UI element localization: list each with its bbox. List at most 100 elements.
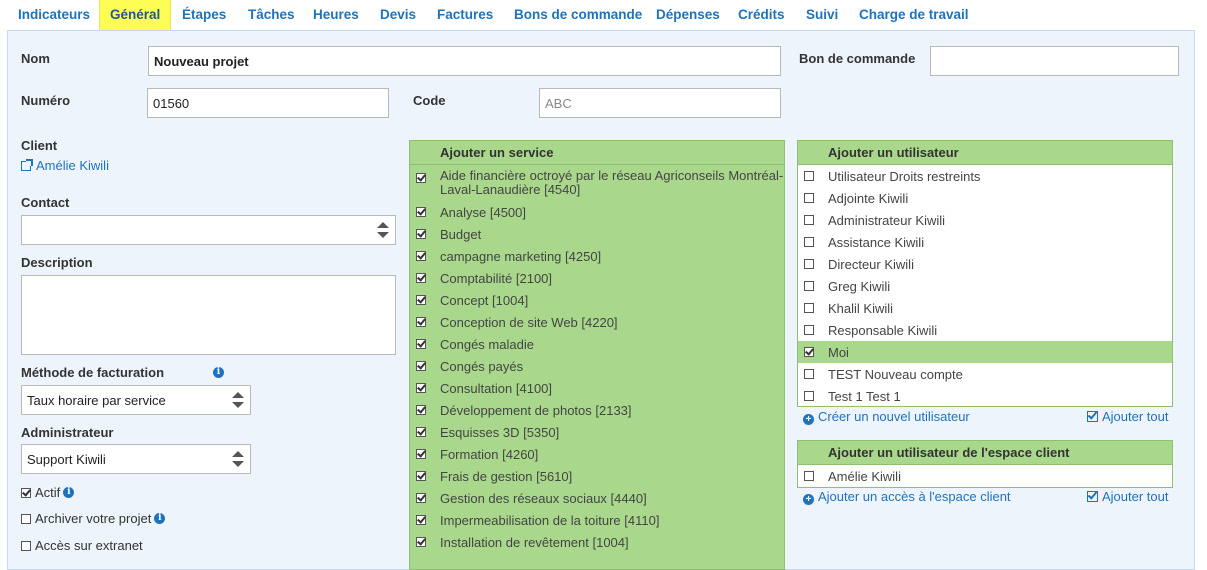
tab-bons-de-commande[interactable]: Bons de commande [514,0,642,30]
checkbox-checked-icon[interactable] [804,347,814,357]
list-item[interactable]: Responsable Kiwili [798,319,1172,341]
tab-etapes[interactable]: Étapes [182,0,226,30]
list-item[interactable]: TEST Nouveau compte [798,363,1172,385]
checkbox-checked-icon[interactable] [416,515,426,525]
checkbox-checked-icon[interactable] [416,207,426,217]
checkbox-icon[interactable] [804,237,814,247]
list-item-label: Aide financière octroyé par le réseau Ag… [440,168,784,197]
list-item[interactable]: Comptabilité [2100] [410,267,784,289]
checkbox-checked-icon[interactable] [416,493,426,503]
checkbox-icon[interactable] [804,369,814,379]
list-item[interactable]: Amélie Kiwili [798,465,1172,487]
checkbox-checked-icon[interactable] [416,273,426,283]
checkbox-checked-icon[interactable] [416,471,426,481]
tab-suivi[interactable]: Suivi [806,0,838,30]
checkbox-icon[interactable] [804,193,814,203]
list-item[interactable]: Développement de photos [2133] [410,399,784,421]
tab-heures[interactable]: Heures [313,0,359,30]
list-item[interactable]: Greg Kiwili [798,275,1172,297]
list-item[interactable]: Concept [1004] [410,289,784,311]
list-item-label: Congés maladie [440,336,534,352]
checkbox-icon[interactable] [804,281,814,291]
list-item-label: Budget [440,226,482,242]
tab-indicateurs[interactable]: Indicateurs [18,0,90,30]
list-item[interactable]: Congés maladie [410,333,784,355]
methode-facturation-select[interactable]: Taux horaire par service [21,385,251,415]
list-item[interactable]: Formation [4260] [410,443,784,465]
checkbox-icon[interactable] [804,471,814,481]
extranet-checkbox[interactable]: Accès sur extranet [21,538,143,553]
actif-checkbox[interactable]: Actif i [21,485,75,500]
tab-depenses[interactable]: Dépenses [656,0,720,30]
administrateur-select[interactable]: Support Kiwili [21,444,251,474]
services-header: Ajouter un service [410,141,784,165]
list-item[interactable]: Utilisateur Droits restreints [798,165,1172,187]
add-client-access-link[interactable]: + Ajouter un accès à l'espace client [803,489,1011,505]
list-item[interactable]: Administrateur Kiwili [798,209,1172,231]
tab-general[interactable]: Général [99,0,172,30]
tab-factures[interactable]: Factures [437,0,493,30]
client-add-all-link[interactable]: Ajouter tout [1087,489,1169,504]
checkbox-checked-icon[interactable] [416,251,426,261]
client-link[interactable]: Amélie Kiwili [21,158,109,173]
list-item[interactable]: Directeur Kiwili [798,253,1172,275]
checkbox-checked-icon[interactable] [416,383,426,393]
info-icon[interactable]: i [63,487,75,498]
list-item[interactable]: Analyse [4500] [410,201,784,223]
list-item[interactable]: Budget [410,223,784,245]
extranet-label: Accès sur extranet [35,538,143,553]
list-item-label: Consultation [4100] [440,380,553,396]
numero-input[interactable]: 01560 [147,88,389,118]
list-item[interactable]: Installation de revêtement [1004] [410,531,784,553]
checkbox-checked-icon[interactable] [416,449,426,459]
create-user-link[interactable]: + Créer un nouvel utilisateur [803,409,970,425]
checkbox-checked-icon[interactable] [416,427,426,437]
checkbox-icon[interactable] [804,171,814,181]
list-item[interactable]: Consultation [4100] [410,377,784,399]
checkbox-checked-icon[interactable] [416,405,426,415]
users-add-all-link[interactable]: Ajouter tout [1087,409,1169,424]
checkbox-checked-icon[interactable] [416,339,426,349]
code-input[interactable]: ABC [539,88,781,118]
bon-de-commande-input[interactable] [930,46,1179,76]
description-label: Description [21,255,93,270]
list-item[interactable]: Adjointe Kiwili [798,187,1172,209]
contact-select[interactable] [21,215,396,245]
list-item[interactable]: Frais de gestion [5610] [410,465,784,487]
numero-label: Numéro [21,93,71,108]
users-box: Ajouter un utilisateur Utilisateur Droit… [797,140,1173,407]
checkbox-icon[interactable] [804,325,814,335]
info-icon[interactable]: i [154,513,166,524]
checkbox-checked-icon[interactable] [416,173,426,183]
list-item[interactable]: campagne marketing [4250] [410,245,784,267]
checkbox-checked-icon[interactable] [416,317,426,327]
list-item[interactable]: Aide financière octroyé par le réseau Ag… [410,165,784,201]
tab-charge-de-travail[interactable]: Charge de travail [859,0,969,30]
list-item[interactable]: Conception de site Web [4220] [410,311,784,333]
methode-facturation-value: Taux horaire par service [27,392,166,408]
checkbox-icon[interactable] [804,259,814,269]
checkbox-checked-icon[interactable] [416,537,426,547]
list-item[interactable]: Esquisses 3D [5350] [410,421,784,443]
tab-taches[interactable]: Tâches [248,0,295,30]
checkbox-icon[interactable] [804,391,814,401]
tab-devis[interactable]: Devis [380,0,416,30]
tab-credits[interactable]: Crédits [738,0,785,30]
checkbox-checked-icon[interactable] [416,361,426,371]
list-item[interactable]: Impermeabilisation de la toiture [4110] [410,509,784,531]
list-item[interactable]: Moi [798,341,1172,363]
info-icon[interactable]: i [213,367,224,378]
list-item[interactable]: Gestion des réseaux sociaux [4440] [410,487,784,509]
archiver-checkbox[interactable]: Archiver votre projet i [21,511,166,526]
list-item[interactable]: Congés payés [410,355,784,377]
checkbox-icon[interactable] [804,303,814,313]
list-item[interactable]: Test 1 Test 1 [798,385,1172,407]
checkbox-checked-icon[interactable] [416,229,426,239]
checkbox-icon[interactable] [804,215,814,225]
nom-input[interactable]: Nouveau projet [148,46,781,76]
list-item[interactable]: Assistance Kiwili [798,231,1172,253]
list-item[interactable]: Khalil Kiwili [798,297,1172,319]
description-textarea[interactable] [21,275,396,355]
checkbox-checked-icon[interactable] [416,295,426,305]
administrateur-value: Support Kiwili [27,451,106,467]
